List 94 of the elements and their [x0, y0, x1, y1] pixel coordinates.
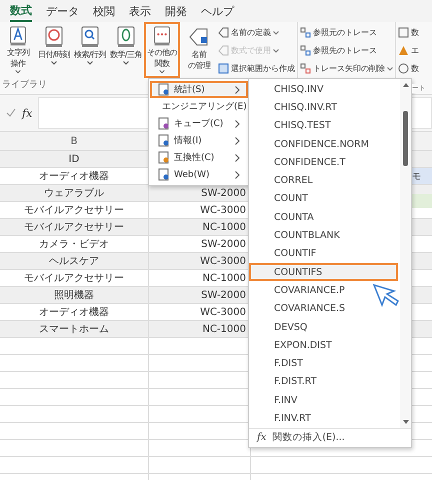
trace-command[interactable]: 参照先のトレース [299, 44, 394, 57]
caret-icon [159, 70, 165, 74]
function-menu-item[interactable]: CHISQ.TEST [249, 116, 398, 135]
function-menu-item[interactable]: F.DIST [249, 354, 398, 373]
trace-command[interactable]: トレース矢印の削除 [299, 62, 394, 75]
name-command[interactable]: 選択範囲から作成 [217, 62, 296, 75]
check-icon[interactable] [6, 108, 16, 118]
chevron-icon [235, 136, 240, 144]
function-menu-item[interactable]: CHISQ.INV.RT [249, 98, 398, 117]
circle-icon [398, 63, 409, 74]
audit-command[interactable]: 数 [397, 62, 431, 75]
chevron-icon [235, 154, 240, 162]
function-menu-item[interactable]: CONFIDENCE.NORM [249, 134, 398, 154]
table-cell: 照明機器 [0, 287, 149, 303]
table-cell: NC-1000 [202, 324, 246, 334]
function-menu-item[interactable]: CORREL [249, 171, 398, 190]
tag-icon [218, 45, 229, 56]
dots-book-icon [153, 26, 171, 46]
function-menu-item[interactable]: CONFIDENCE.T [249, 153, 398, 172]
book-icon [158, 117, 170, 130]
category-menu-item[interactable]: 情報(I) [150, 132, 248, 149]
function-menu-item[interactable]: COUNTIFS [249, 262, 398, 282]
table-cell: オーディオ機器 [0, 304, 149, 320]
scroll-up-icon[interactable] [402, 83, 408, 87]
function-menu-item[interactable]: COUNT [249, 190, 398, 208]
insert-function-button[interactable]: fx [22, 106, 32, 120]
book-icon [158, 83, 170, 96]
insert-function-item[interactable]: fx 関数の挿入(E)... [249, 428, 411, 447]
audit-command[interactable]: エ [397, 44, 431, 57]
table-cell: スマートホーム [0, 321, 149, 337]
warning-icon [398, 45, 409, 56]
ribbon-tab[interactable]: 表示 [129, 2, 151, 20]
table-cell: モバイルアクセサリー [0, 270, 149, 286]
table-cell: WC-3000 [200, 204, 246, 216]
caret-icon [15, 70, 21, 74]
ribbon-tab[interactable]: 校閲 [93, 2, 115, 20]
name-manager-button[interactable]: 名前 の管理 [182, 22, 216, 78]
function-menu-item[interactable]: COUNTIF [249, 244, 398, 263]
chevron-icon [235, 170, 240, 178]
category-menu-item[interactable]: キューブ(C) [150, 115, 248, 132]
caret-icon [123, 61, 129, 65]
function-library-button[interactable]: 日付/時刻 [36, 22, 72, 78]
ribbon-tab[interactable]: データ [46, 2, 79, 20]
table-cell: モ [412, 168, 432, 184]
function-menu-item[interactable]: DEVSQ [249, 318, 398, 336]
chevron-icon [235, 120, 240, 128]
function-library-button[interactable]: 文字列 操作 [0, 22, 36, 78]
scrollbar-thumb[interactable] [403, 111, 408, 166]
group-label: ライブラリ [1, 78, 47, 91]
formula-icon [398, 27, 409, 38]
table-cell: SW-2000 [201, 238, 246, 250]
function-menu-item[interactable]: EXPON.DIST [249, 336, 398, 354]
trace-command[interactable]: 参照元のトレース [299, 26, 394, 39]
caret-icon [87, 61, 93, 65]
function-menu-item[interactable]: F.INV [249, 391, 398, 410]
book-icon [158, 134, 170, 147]
function-menu-item[interactable]: F.DIST.RT [249, 372, 398, 392]
highlighted-cell [412, 194, 432, 208]
table-cell: NC-1000 [202, 222, 246, 232]
function-menu-item[interactable]: CHISQ.INV [249, 80, 398, 98]
table-cell: ヘルスケア [0, 253, 149, 269]
category-menu-item[interactable]: Web(W) [150, 166, 248, 183]
caret-icon [51, 61, 57, 65]
arrow-remove-icon [300, 63, 311, 74]
category-menu-item[interactable]: 統計(S) [150, 81, 248, 98]
trace-arrow-icon [300, 45, 311, 56]
function-library-button[interactable]: 数学/三角 [108, 22, 144, 78]
table-cell: モバイルアクセサリー [0, 202, 149, 218]
function-menu-item[interactable]: F.INV.RT [249, 409, 398, 428]
function-library-button[interactable]: 検索/行列 [72, 22, 108, 78]
chevron-icon [235, 86, 240, 94]
table-cell: SW-2000 [201, 290, 246, 300]
category-menu-item[interactable]: 互換性(C) [150, 149, 248, 166]
book-icon [158, 168, 170, 181]
name-command[interactable]: 名前の定義 [217, 26, 296, 39]
table-cell: モバイルアクセサリー [0, 219, 149, 235]
table-cell: WC-3000 [200, 306, 246, 318]
ribbon-tab[interactable]: 開発 [165, 2, 187, 20]
function-menu-item[interactable]: COUNTBLANK [249, 226, 398, 245]
tag-icon [188, 26, 210, 48]
table-cell: NC-1000 [202, 272, 246, 284]
book-icon [158, 151, 170, 164]
table-cell: WC-3000 [200, 256, 246, 266]
ribbon-tab[interactable]: ヘルプ [201, 2, 234, 20]
category-menu-item[interactable]: エンジニアリング(E) [150, 98, 248, 115]
function-library-button[interactable]: その他の 関数 [144, 22, 180, 78]
table-icon [218, 63, 229, 74]
function-menu-item[interactable]: COUNTA [249, 208, 398, 226]
trace-arrow-icon [300, 27, 311, 38]
table-cell: カメラ・ビデオ [0, 236, 149, 252]
audit-command[interactable]: 数 [397, 26, 431, 39]
tag-icon [218, 27, 229, 38]
table-cell: SW-2000 [201, 188, 246, 198]
magnifier-book-icon [81, 26, 99, 48]
